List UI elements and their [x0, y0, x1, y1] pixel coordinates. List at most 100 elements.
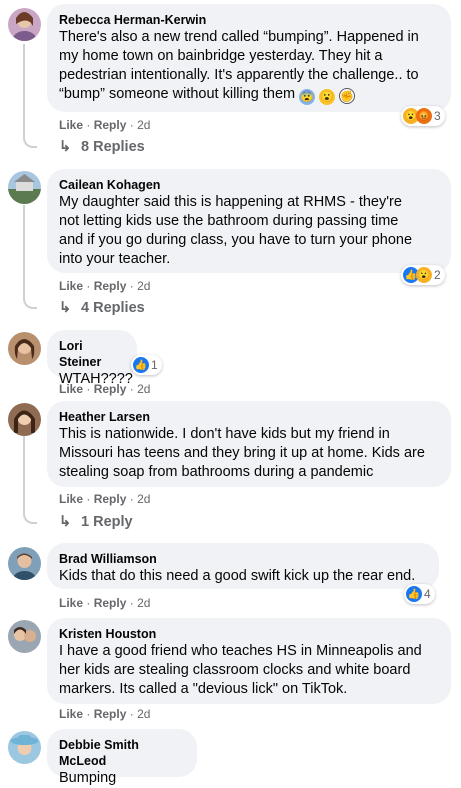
comment-bubble: Rebecca Herman-Kerwin There's also a new…	[47, 4, 451, 112]
fearful-emoji-icon: 😨	[299, 89, 316, 105]
separator: ·	[86, 707, 91, 721]
comment-line: her kids are stealing classroom clocks a…	[59, 662, 411, 678]
comment-bubble: Brad Williamson Kids that do this need a…	[47, 543, 439, 589]
thread-curve	[23, 297, 37, 309]
separator: ·	[86, 118, 91, 132]
replies-count: 4 Replies	[81, 300, 145, 316]
reply-link[interactable]: Reply	[94, 596, 127, 610]
reply-link[interactable]: Reply	[94, 492, 127, 506]
timestamp[interactable]: 2d	[137, 707, 150, 721]
comment-author[interactable]: Lori Steiner	[59, 338, 125, 370]
separator: ·	[129, 492, 134, 506]
avatar[interactable]	[8, 731, 41, 764]
like-link[interactable]: Like	[59, 707, 83, 721]
comment-line: into your teacher.	[59, 251, 171, 267]
like-link[interactable]: Like	[59, 382, 83, 396]
angry-reaction-icon: 😡	[416, 108, 432, 124]
timestamp[interactable]: 2d	[137, 596, 150, 610]
reaction-count: 2	[434, 268, 441, 282]
thread-curve	[23, 136, 37, 148]
separator: ·	[86, 492, 91, 506]
replies-count: 8 Replies	[81, 139, 145, 155]
comment-actions: Like · Reply · 2d	[59, 118, 150, 132]
separator: ·	[129, 596, 134, 610]
reply-arrow-icon: ↳	[59, 139, 72, 155]
comment-bubble: Heather Larsen This is nationwide. I don…	[47, 401, 451, 487]
like-link[interactable]: Like	[59, 279, 83, 293]
reply-link[interactable]: Reply	[94, 382, 127, 396]
avatar[interactable]	[8, 332, 41, 365]
comment-bubble: Cailean Kohagen My daughter said this is…	[47, 169, 451, 273]
reply-link[interactable]: Reply	[94, 118, 127, 132]
reply-link[interactable]: Reply	[94, 707, 127, 721]
like-reaction-icon: 👍	[406, 586, 422, 602]
comment-author[interactable]: Heather Larsen	[59, 409, 439, 425]
thread-line	[23, 205, 25, 297]
comment-line: markers. Its called a "devious lick" on …	[59, 681, 348, 697]
comment-author[interactable]: Kristen Houston	[59, 626, 439, 642]
separator: ·	[129, 707, 134, 721]
fist-emoji-icon: ✊	[339, 88, 356, 104]
separator: ·	[129, 279, 134, 293]
reaction-summary[interactable]: 😮 😡 3	[401, 106, 445, 126]
separator: ·	[86, 382, 91, 396]
replies-count: 1 Reply	[81, 514, 133, 530]
timestamp[interactable]: 2d	[137, 492, 150, 506]
avatar[interactable]	[8, 403, 41, 436]
reaction-count: 1	[151, 358, 158, 372]
comment-actions: Like · Reply · 2d	[59, 596, 150, 610]
comment-line: my home town on bainbridge yesterday. Th…	[59, 48, 383, 64]
comment-actions: Like · Reply · 2d	[59, 279, 150, 293]
reply-arrow-icon: ↳	[59, 300, 72, 316]
comment-author[interactable]: Brad Williamson	[59, 551, 427, 567]
like-link[interactable]: Like	[59, 492, 83, 506]
reaction-summary[interactable]: 👍 1	[131, 355, 162, 375]
timestamp[interactable]: 2d	[137, 382, 150, 396]
comment-bubble: Lori Steiner WTAH????	[47, 330, 137, 387]
comment-author[interactable]: Debbie Smith McLeod	[59, 737, 185, 769]
comment-line: Missouri has teens and they bring it up …	[59, 445, 425, 461]
avatar[interactable]	[8, 8, 41, 41]
separator: ·	[129, 118, 134, 132]
comment-text: This is nationwide. I don't have kids bu…	[59, 425, 439, 482]
reply-arrow-icon: ↳	[59, 514, 72, 530]
comment-line: and if you go during class, you have to …	[59, 232, 413, 248]
wow-reaction-icon: 😮	[416, 267, 432, 283]
comment-line: This is nationwide. I don't have kids bu…	[59, 426, 390, 442]
comment-line: not letting kids use the bathroom during…	[59, 213, 399, 229]
surprised-emoji-icon: 😮	[319, 89, 336, 105]
like-reaction-icon: 👍	[133, 357, 149, 373]
like-link[interactable]: Like	[59, 118, 83, 132]
comment-actions: Like · Reply · 2d	[59, 382, 150, 396]
thread-curve	[23, 512, 37, 524]
separator: ·	[86, 596, 91, 610]
comment-line: pedestrian intentionally. It's apparentl…	[59, 67, 419, 83]
thread-line	[23, 44, 25, 136]
comment-bubble: Kristen Houston I have a good friend who…	[47, 618, 451, 704]
comment-author[interactable]: Cailean Kohagen	[59, 177, 439, 193]
comment-line: There's also a new trend called “bumping…	[59, 29, 419, 45]
comment-line: I have a good friend who teaches HS in M…	[59, 643, 422, 659]
reaction-count: 3	[434, 109, 441, 123]
comment-text: There's also a new trend called “bumping…	[59, 28, 439, 105]
comment-line: “bump” someone without killing them 😨 😮 …	[59, 85, 439, 105]
avatar[interactable]	[8, 171, 41, 204]
like-link[interactable]: Like	[59, 596, 83, 610]
reaction-summary[interactable]: 👍 😮 2	[401, 265, 445, 285]
comment-text: Bumping	[59, 769, 185, 788]
view-replies-link[interactable]: ↳ 8 Replies	[59, 138, 145, 156]
reaction-count: 4	[424, 587, 431, 601]
comment-actions: Like · Reply · 2d	[59, 707, 150, 721]
avatar[interactable]	[8, 547, 41, 580]
timestamp[interactable]: 2d	[137, 118, 150, 132]
view-replies-link[interactable]: ↳ 4 Replies	[59, 299, 145, 317]
comment-line: My daughter said this is happening at RH…	[59, 194, 402, 210]
comment-line: stealing soap from bathrooms during a pa…	[59, 464, 374, 480]
reaction-summary[interactable]: 👍 4	[404, 584, 435, 604]
view-replies-link[interactable]: ↳ 1 Reply	[59, 513, 133, 531]
avatar[interactable]	[8, 620, 41, 653]
comment-author[interactable]: Rebecca Herman-Kerwin	[59, 12, 439, 28]
reply-link[interactable]: Reply	[94, 279, 127, 293]
comment-actions: Like · Reply · 2d	[59, 492, 150, 506]
timestamp[interactable]: 2d	[137, 279, 150, 293]
